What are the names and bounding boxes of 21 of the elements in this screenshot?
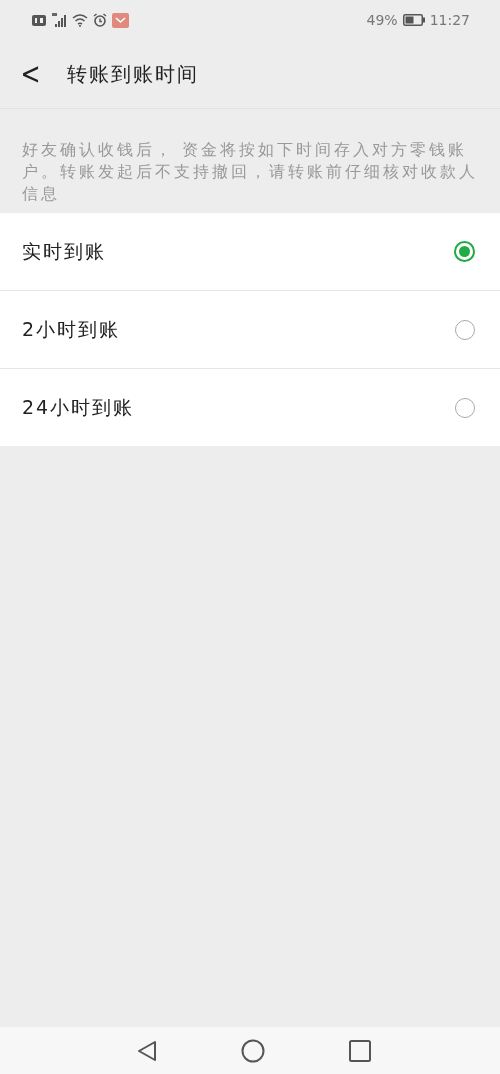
battery-icon [402, 14, 425, 26]
description-text: 好友确认收钱后， 资金将按如下时间存入对方零钱账户。转账发起后不支持撤回，请转账前仔细核对收款人信息 [22, 139, 479, 205]
option-row[interactable]: 2小时到账 [0, 291, 500, 369]
alarm-clock-icon [93, 13, 107, 27]
radio-button[interactable] [454, 241, 475, 262]
option-row[interactable]: 实时到账 [0, 213, 500, 291]
page-title: 转账到账时间 [67, 60, 200, 88]
hd-icon [32, 14, 46, 26]
wifi-icon [72, 13, 88, 27]
battery-percent: 49% [366, 12, 398, 28]
recent-apps-icon[interactable] [349, 1039, 371, 1062]
app-notification-icon [112, 12, 129, 28]
signal-icon [51, 13, 67, 27]
back-icon[interactable] [137, 1039, 157, 1062]
option-label: 2小时到账 [22, 316, 121, 342]
option-label: 实时到账 [22, 238, 106, 264]
back-button[interactable]: < [15, 59, 46, 89]
option-label: 24小时到账 [22, 394, 135, 420]
clock-time: 11:27 [429, 12, 470, 28]
home-icon[interactable] [241, 1038, 265, 1063]
option-row[interactable]: 24小时到账 [0, 369, 500, 446]
